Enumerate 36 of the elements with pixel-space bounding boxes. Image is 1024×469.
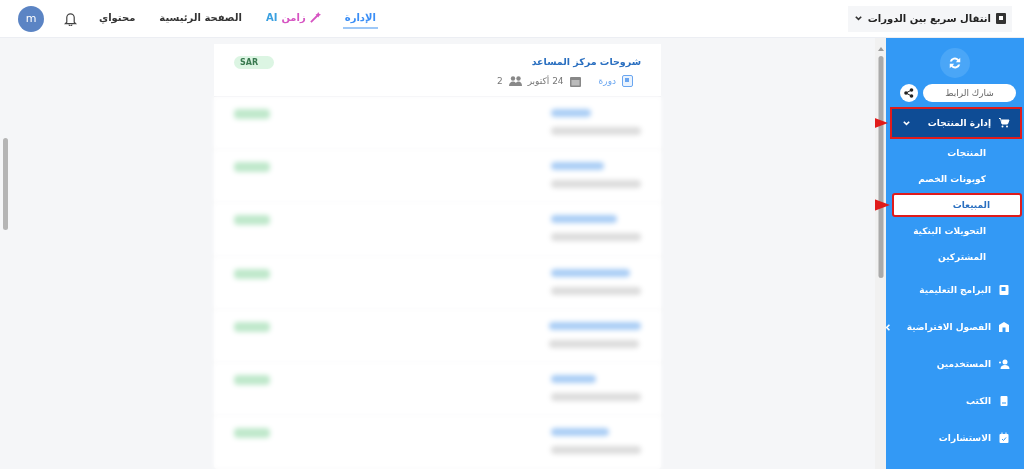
people-icon — [508, 76, 522, 86]
sidebar-item[interactable]: البرامج التعليمية — [890, 274, 1022, 306]
notebook-icon — [998, 395, 1010, 407]
book-icon — [998, 284, 1010, 296]
sidebar-item[interactable]: الاستشارات — [890, 422, 1022, 454]
currency-badge: SAR — [234, 56, 275, 69]
share-link-button[interactable]: شارك الرابط — [923, 84, 1016, 102]
sidebar-item[interactable]: المستخدمين — [890, 348, 1022, 380]
course-switch-dropdown[interactable]: انتقال سريع بين الدورات — [847, 5, 1012, 32]
book-icon — [996, 13, 1006, 24]
course-title[interactable]: شروحات مركز المساعد — [496, 56, 641, 67]
scrollbar[interactable] — [3, 138, 8, 230]
sidebar-item[interactable]: الكتب — [890, 385, 1022, 417]
share-icon[interactable] — [900, 84, 918, 102]
sidebar-subitem[interactable]: التحويلات البنكية — [892, 219, 1022, 243]
calendar-icon — [569, 75, 581, 87]
sidebar-subitem[interactable]: المشتركين — [892, 245, 1022, 269]
sidebar-subitem[interactable]: المنتجات — [892, 141, 1022, 165]
count-text: 2 — [496, 76, 503, 86]
nav-link[interactable]: محتواي — [97, 8, 138, 29]
magic-wand-icon — [309, 12, 321, 23]
date-text: 24 أكتوبر — [527, 76, 564, 86]
user-avatar[interactable]: m — [18, 5, 44, 32]
bell-icon[interactable] — [64, 11, 77, 26]
users-icon — [998, 358, 1010, 370]
chevron-icon — [853, 14, 863, 23]
book-icon — [622, 75, 633, 87]
sync-logo-icon — [940, 48, 970, 78]
calendar-icon — [998, 432, 1010, 444]
type-label: دورة — [598, 76, 616, 86]
building-icon — [998, 321, 1010, 333]
chevron-icon — [902, 118, 911, 128]
sidebar-subitem[interactable]: كوبونات الخصم — [892, 167, 1022, 191]
nav-link[interactable]: الإدارة — [342, 8, 378, 29]
nav-link[interactable]: الصفحة الرئيسية — [157, 8, 244, 29]
cart-icon — [998, 117, 1010, 129]
